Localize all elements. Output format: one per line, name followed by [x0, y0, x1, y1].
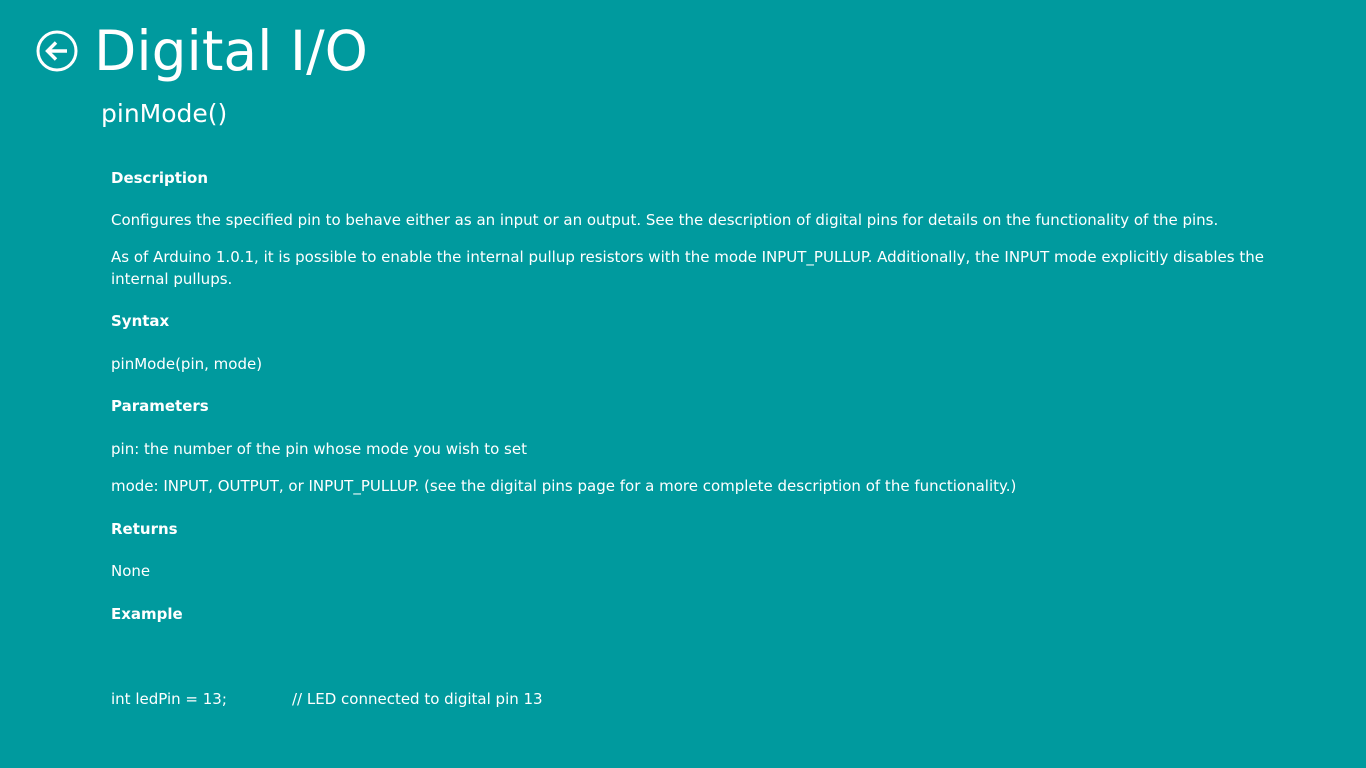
parameters-heading: Parameters — [111, 397, 209, 415]
page-title: Digital I/O — [94, 19, 368, 83]
example-heading: Example — [111, 605, 183, 623]
description-paragraph-2: As of Arduino 1.0.1, it is possible to e… — [111, 248, 1264, 288]
syntax-text: pinMode(pin, mode) — [111, 355, 263, 373]
code-comment: // LED connected to digital pin 13 — [292, 690, 543, 708]
code-statement: int ledPin = 13; — [111, 690, 227, 708]
parameter-mode: mode: INPUT, OUTPUT, or INPUT_PULLUP. (s… — [111, 477, 1017, 495]
parameter-pin: pin: the number of the pin whose mode yo… — [111, 440, 527, 458]
page-subtitle: pinMode() — [101, 99, 228, 128]
example-code-line: int ledPin = 13; // LED connected to dig… — [111, 688, 1271, 710]
returns-text: None — [111, 562, 151, 580]
description-paragraph-1: Configures the specified pin to behave e… — [111, 211, 1219, 229]
back-arrow-circle-icon — [36, 30, 78, 72]
returns-heading: Returns — [111, 520, 178, 538]
syntax-heading: Syntax — [111, 312, 170, 330]
back-button[interactable] — [36, 30, 78, 72]
description-heading: Description — [111, 169, 209, 187]
